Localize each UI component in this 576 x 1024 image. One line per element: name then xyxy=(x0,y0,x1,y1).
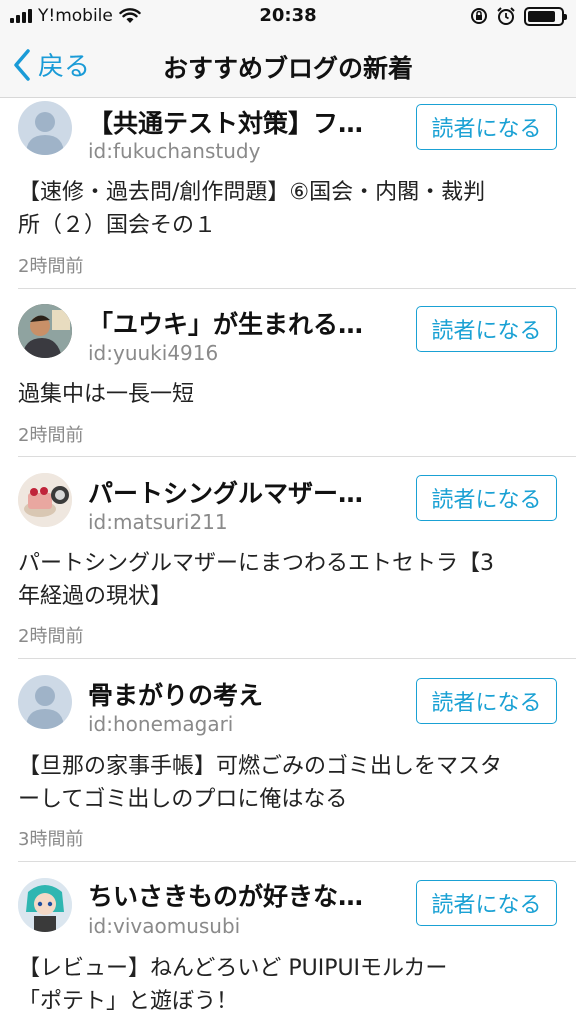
list-item[interactable]: ちいさきものが好きな… id:vivaomusubi 読者になる 【レビュー】ね… xyxy=(0,862,576,1024)
subscribe-button[interactable]: 読者になる xyxy=(416,104,557,150)
entry-title-line: 【レビュー】ねんどろいど PUIPUIモルカー xyxy=(18,956,448,981)
blog-id: id:honemagari xyxy=(88,712,234,736)
list-item[interactable]: 「ユウキ」が生まれる… id:yuuki4916 読者になる 過集中は一長一短 … xyxy=(0,289,576,457)
battery-fill xyxy=(528,10,556,22)
entry-title[interactable]: パートシングルマザーにまつわるエトセトラ【3 年経過の現状】 xyxy=(18,547,558,613)
subscribe-button[interactable]: 読者になる xyxy=(416,306,557,352)
entry-title-line: 「ポテト」と遊ぼう！ xyxy=(18,989,239,1014)
entry-title-line: 所（２）国会その１ xyxy=(18,213,217,238)
battery-icon xyxy=(524,6,567,26)
list-item[interactable]: パートシングルマザー… id:matsuri211 読者になる パートシングルマ… xyxy=(0,457,576,659)
alarm-icon xyxy=(497,7,515,25)
nav-bar: 戻る おすすめブログの新着 xyxy=(0,34,576,98)
status-bar: Y!mobile 20:38 xyxy=(0,0,576,34)
entry-title-line: 【旦那の家事手帳】可燃ごみのゴミ出しをマスタ xyxy=(18,754,503,779)
photo-avatar[interactable] xyxy=(18,304,72,358)
entry-time: 2時間前 xyxy=(18,256,84,277)
default-avatar-icon[interactable] xyxy=(18,101,72,155)
entry-title[interactable]: 過集中は一長一短 xyxy=(18,378,558,411)
subscribe-button[interactable]: 読者になる xyxy=(416,678,557,724)
entry-title-line: パートシングルマザーにまつわるエトセトラ【3 xyxy=(18,551,494,576)
subscribe-button[interactable]: 読者になる xyxy=(416,880,557,926)
entry-title[interactable]: 【レビュー】ねんどろいど PUIPUIモルカー 「ポテト」と遊ぼう！ xyxy=(18,952,558,1018)
list-item[interactable]: 骨まがりの考え id:honemagari 読者になる 【旦那の家事手帳】可燃ご… xyxy=(0,659,576,862)
subscribe-button[interactable]: 読者になる xyxy=(416,475,557,521)
entry-title-line: ーしてゴミ出しのプロに俺はなる xyxy=(18,787,348,812)
entry-title-line: 年経過の現状】 xyxy=(18,584,173,609)
list-item[interactable]: 【共通テスト対策】フ… id:fukuchanstudy 読者になる 【速修・過… xyxy=(0,99,576,289)
entry-time: 2時間前 xyxy=(18,425,84,446)
entry-title-line: 過集中は一長一短 xyxy=(18,382,195,407)
blog-title[interactable]: ちいさきものが好きな… xyxy=(88,877,400,913)
blog-id: id:vivaomusubi xyxy=(88,914,241,938)
blog-title[interactable]: パートシングルマザー… xyxy=(88,474,400,510)
blog-id: id:fukuchanstudy xyxy=(88,139,261,163)
entry-title-line: 【速修・過去問/創作問題】⑥国会・内閣・裁判 xyxy=(18,180,486,205)
status-right xyxy=(470,6,567,26)
rotation-lock-icon xyxy=(471,8,487,24)
page-title: おすすめブログの新着 xyxy=(162,54,413,83)
blog-id: id:matsuri211 xyxy=(88,510,228,534)
cake-avatar[interactable] xyxy=(18,473,72,527)
blog-title[interactable]: 【共通テスト対策】フ… xyxy=(88,104,400,140)
blog-id: id:yuuki4916 xyxy=(88,341,219,365)
blog-title[interactable]: 骨まがりの考え xyxy=(88,676,400,712)
entry-time: 2時間前 xyxy=(18,626,84,647)
entry-time: 3時間前 xyxy=(18,829,84,850)
entry-title[interactable]: 【速修・過去問/創作問題】⑥国会・内閣・裁判 所（２）国会その１ xyxy=(18,176,558,242)
entry-title[interactable]: 【旦那の家事手帳】可燃ごみのゴミ出しをマスタ ーしてゴミ出しのプロに俺はなる xyxy=(18,750,558,816)
default-avatar-icon[interactable] xyxy=(18,675,72,729)
blog-list[interactable]: 【共通テスト対策】フ… id:fukuchanstudy 読者になる 【速修・過… xyxy=(0,99,576,1024)
blog-title[interactable]: 「ユウキ」が生まれる… xyxy=(88,305,400,341)
figure-avatar[interactable] xyxy=(18,878,72,932)
